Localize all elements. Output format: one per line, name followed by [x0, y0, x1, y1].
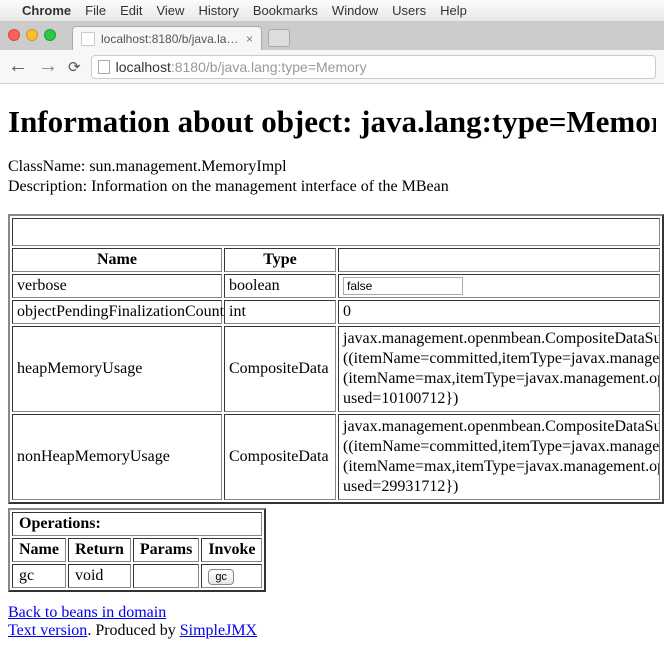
browser-tab[interactable]: localhost:8180/b/java.lan… ×: [72, 26, 262, 50]
table-spacer-row: [12, 218, 660, 246]
menubar-app[interactable]: Chrome: [22, 3, 71, 18]
url-path: :8180/b/java.lang:type=Memory: [171, 59, 367, 75]
menubar-view[interactable]: View: [156, 3, 184, 18]
page-heading: Information about object: java.lang:type…: [8, 104, 656, 140]
operations-caption: Operations:: [12, 512, 262, 536]
browser-toolbar: ← → ⟳ localhost:8180/b/java.lang:type=Me…: [0, 50, 664, 84]
invoke-gc-button[interactable]: gc: [208, 569, 234, 585]
forward-button: →: [38, 55, 58, 78]
table-header-row: Name Type: [12, 248, 660, 272]
op-return: void: [68, 564, 131, 588]
attributes-table: Name Type verbose boolean objectPendingF…: [8, 214, 664, 504]
attr-type: CompositeData: [224, 414, 336, 500]
url-host: localhost: [116, 59, 171, 75]
menubar-help[interactable]: Help: [440, 3, 467, 18]
window-zoom-icon[interactable]: [44, 29, 56, 41]
produced-by-text: . Produced by: [87, 622, 179, 639]
attr-value: javax.management.openmbean.CompositeData…: [338, 326, 660, 412]
attr-type: CompositeData: [224, 326, 336, 412]
page-content: Information about object: java.lang:type…: [0, 84, 664, 646]
tab-close-icon[interactable]: ×: [246, 32, 253, 46]
menubar-users[interactable]: Users: [392, 3, 426, 18]
mac-menubar: Chrome File Edit View History Bookmarks …: [0, 0, 664, 22]
back-to-beans-link[interactable]: Back to beans in domain: [8, 604, 166, 621]
window-minimize-icon[interactable]: [26, 29, 38, 41]
menubar-edit[interactable]: Edit: [120, 3, 142, 18]
window-close-icon[interactable]: [8, 29, 20, 41]
col-value: [338, 248, 660, 272]
attr-name: verbose: [12, 274, 222, 298]
ops-header-row: Name Return Params Invoke: [12, 538, 262, 562]
attr-value: [338, 274, 660, 298]
attr-type: boolean: [224, 274, 336, 298]
attr-name: objectPendingFinalizationCount: [12, 300, 222, 324]
col-type: Type: [224, 248, 336, 272]
menubar-window[interactable]: Window: [332, 3, 378, 18]
footer: Back to beans in domain Text version. Pr…: [8, 604, 656, 640]
ops-col-params: Params: [133, 538, 199, 562]
attr-type: int: [224, 300, 336, 324]
page-icon: [98, 60, 110, 74]
col-name: Name: [12, 248, 222, 272]
ops-row: gc void gc: [12, 564, 262, 588]
attr-name: nonHeapMemoryUsage: [12, 414, 222, 500]
operations-table: Operations: Name Return Params Invoke gc…: [8, 508, 266, 592]
op-invoke: gc: [201, 564, 262, 588]
table-row: objectPendingFinalizationCount int 0: [12, 300, 660, 324]
ops-col-invoke: Invoke: [201, 538, 262, 562]
attr-value: javax.management.openmbean.CompositeData…: [338, 414, 660, 500]
verbose-input[interactable]: [343, 277, 463, 295]
menubar-file[interactable]: File: [85, 3, 106, 18]
favicon-icon: [81, 32, 95, 46]
back-button[interactable]: ←: [8, 55, 28, 78]
op-params: [133, 564, 199, 588]
menubar-history[interactable]: History: [198, 3, 238, 18]
attr-name: heapMemoryUsage: [12, 326, 222, 412]
table-row: heapMemoryUsage CompositeData javax.mana…: [12, 326, 660, 412]
reload-button[interactable]: ⟳: [68, 58, 81, 76]
table-row: verbose boolean: [12, 274, 660, 298]
table-row: nonHeapMemoryUsage CompositeData javax.m…: [12, 414, 660, 500]
address-bar[interactable]: localhost:8180/b/java.lang:type=Memory: [91, 55, 656, 79]
attr-value: 0: [338, 300, 660, 324]
tab-title: localhost:8180/b/java.lan…: [101, 32, 240, 46]
ops-col-return: Return: [68, 538, 131, 562]
op-name: gc: [12, 564, 66, 588]
text-version-link[interactable]: Text version: [8, 622, 87, 639]
description-line: Description: Information on the manageme…: [8, 178, 656, 196]
browser-tab-strip: localhost:8180/b/java.lan… ×: [0, 22, 664, 50]
menubar-bookmarks[interactable]: Bookmarks: [253, 3, 318, 18]
new-tab-button[interactable]: [268, 29, 290, 47]
class-name-line: ClassName: sun.management.MemoryImpl: [8, 158, 656, 176]
ops-col-name: Name: [12, 538, 66, 562]
simplejmx-link[interactable]: SimpleJMX: [180, 622, 257, 639]
